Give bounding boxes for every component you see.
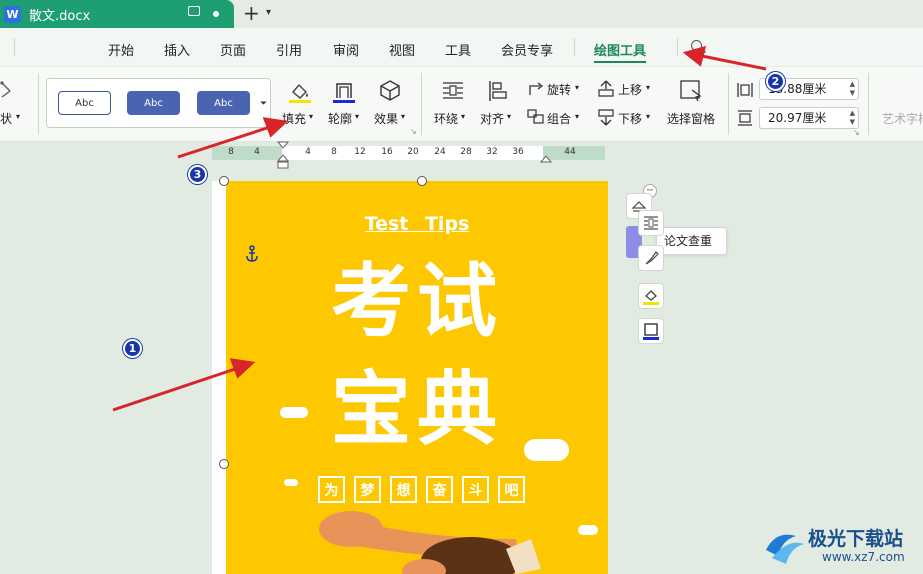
watermark-name: 极光下载站 xyxy=(808,528,904,550)
watermark-url: www.xz7.com xyxy=(822,550,905,564)
aurora-logo-icon xyxy=(766,534,804,564)
annotation-arrows xyxy=(112,45,767,412)
arrow-to-drawing-tools xyxy=(682,45,767,71)
step-badge-1: 1 xyxy=(123,339,142,358)
site-watermark: 极光下载站 www.xz7.com xyxy=(762,522,922,572)
arrow-to-poster xyxy=(112,358,256,412)
step-badge-2: 2 xyxy=(766,72,785,91)
step-badge-3: 3 xyxy=(188,165,207,184)
arrow-to-fill xyxy=(177,117,289,159)
